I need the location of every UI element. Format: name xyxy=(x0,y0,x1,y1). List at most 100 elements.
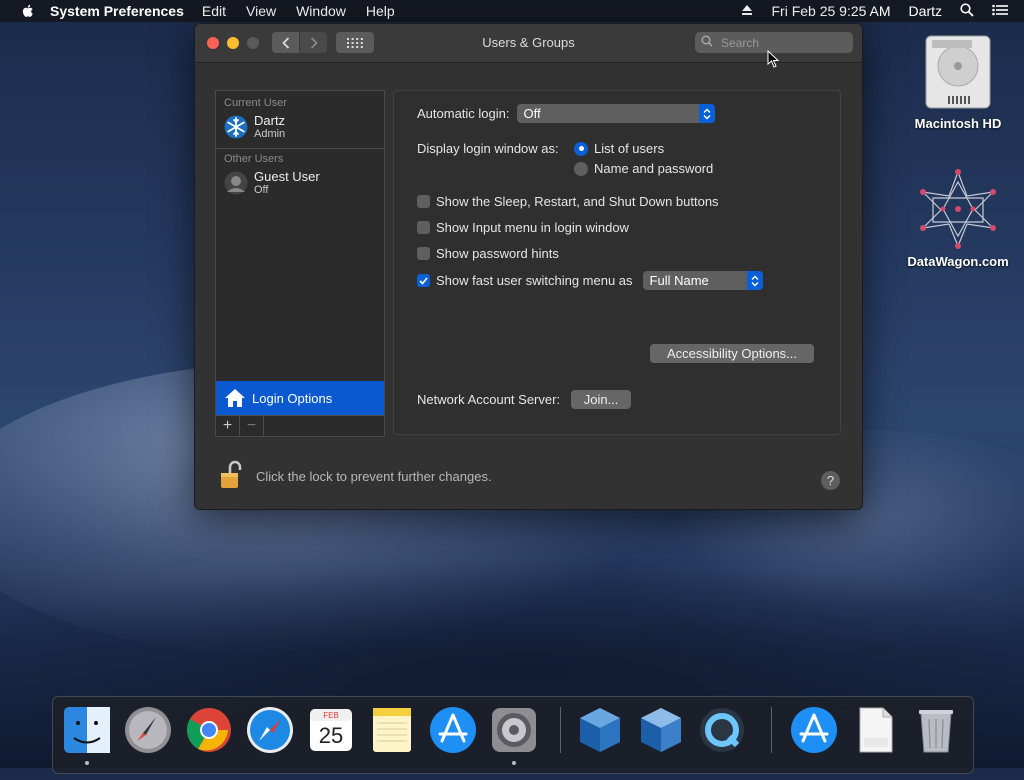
app-store-icon[interactable] xyxy=(428,705,478,755)
apple-menu-icon[interactable] xyxy=(20,3,36,19)
lock-message: Click the lock to prevent further change… xyxy=(256,469,492,484)
remove-user-button[interactable]: − xyxy=(240,416,264,436)
network-server-label: Network Account Server: xyxy=(417,392,561,407)
lock-row: Click the lock to prevent further change… xyxy=(219,460,492,493)
search-icon xyxy=(701,34,713,52)
desktop-icon-datawagon[interactable]: DataWagon.com xyxy=(898,168,1018,269)
user-role: Admin xyxy=(254,128,286,140)
login-options-label: Login Options xyxy=(252,390,333,406)
zoom-button[interactable] xyxy=(247,37,259,49)
notification-center-icon[interactable] xyxy=(992,3,1008,19)
user-name: Dartz xyxy=(254,113,286,128)
radio-indicator xyxy=(574,141,588,156)
sidebar-footer: + − xyxy=(216,415,384,436)
automatic-login-label: Automatic login: xyxy=(417,106,510,121)
menu-bar: System Preferences Edit View Window Help… xyxy=(0,0,1024,22)
grid-icon xyxy=(347,37,363,48)
notes-icon[interactable] xyxy=(367,705,417,755)
virtualbox-icon[interactable] xyxy=(575,705,625,755)
dock: FEB 25 xyxy=(52,696,974,774)
login-options-panel: Automatic login: Off Display login windo… xyxy=(393,90,841,435)
chevron-right-icon xyxy=(310,36,318,49)
calendar-icon[interactable]: FEB 25 xyxy=(306,705,356,755)
user-status: Off xyxy=(254,184,269,196)
calendar-month: FEB xyxy=(323,711,339,720)
checkmark-icon xyxy=(417,274,430,287)
html-document-icon[interactable] xyxy=(850,705,900,755)
radio-name-and-password[interactable]: Name and password xyxy=(574,161,713,176)
chrome-icon[interactable] xyxy=(184,705,234,755)
checkbox-password-hints[interactable]: Show password hints xyxy=(417,246,559,261)
trash-icon[interactable] xyxy=(911,705,961,755)
show-all-button[interactable] xyxy=(336,32,374,53)
other-users-header: Other Users xyxy=(224,153,284,165)
system-preferences-icon[interactable] xyxy=(489,705,539,765)
chevron-left-icon xyxy=(281,36,289,49)
user-name: Guest User xyxy=(254,169,320,184)
fast-user-popup[interactable]: Full Name xyxy=(642,271,763,290)
quicktime-icon[interactable] xyxy=(697,705,747,755)
add-user-button[interactable]: + xyxy=(216,416,240,436)
checkbox-fast-user-switching[interactable]: Show fast user switching menu as xyxy=(417,273,633,288)
unlocked-padlock-icon[interactable] xyxy=(219,460,243,493)
user-item-dartz[interactable]: Dartz Admin xyxy=(216,109,384,145)
checkbox-label: Show Input menu in login window xyxy=(436,220,629,235)
launchpad-icon[interactable] xyxy=(123,705,173,755)
display-login-label: Display login window as: xyxy=(417,141,559,156)
finder-icon[interactable] xyxy=(62,705,112,765)
chevron-updown-icon xyxy=(746,271,763,290)
checkbox-sleep-restart[interactable]: Show the Sleep, Restart, and Shut Down b… xyxy=(417,194,719,209)
spotlight-search-icon[interactable] xyxy=(960,2,974,20)
virtualbox-vm-icon[interactable] xyxy=(636,705,686,755)
checkbox-label: Show the Sleep, Restart, and Shut Down b… xyxy=(436,194,719,209)
close-button[interactable] xyxy=(207,37,219,49)
minimize-button[interactable] xyxy=(227,37,239,49)
forward-button[interactable] xyxy=(300,32,327,53)
accessibility-options-button[interactable]: Accessibility Options... xyxy=(650,344,814,363)
checkbox-label: Show fast user switching menu as xyxy=(436,273,633,288)
fast-user-value: Full Name xyxy=(649,273,709,288)
eject-icon[interactable] xyxy=(741,3,753,19)
app-store-download-icon[interactable] xyxy=(789,705,839,755)
login-options-item[interactable]: Login Options xyxy=(216,381,384,415)
users-groups-window: Users & Groups Current User Dartz Admin xyxy=(194,23,863,510)
menu-help[interactable]: Help xyxy=(366,3,395,19)
menu-window[interactable]: Window xyxy=(296,3,346,19)
user-item-guest[interactable]: Guest User Off xyxy=(216,165,384,201)
menu-view[interactable]: View xyxy=(246,3,276,19)
title-bar: Users & Groups xyxy=(195,24,862,63)
menu-app-name[interactable]: System Preferences xyxy=(50,3,184,19)
guest-avatar-icon xyxy=(224,171,248,195)
radio-label: Name and password xyxy=(594,161,714,176)
help-button[interactable]: ? xyxy=(821,471,840,490)
menu-edit[interactable]: Edit xyxy=(202,3,226,19)
menubar-clock[interactable]: Fri Feb 25 9:25 AM xyxy=(771,3,890,19)
star-network-icon xyxy=(920,169,996,249)
checkbox-box xyxy=(417,195,430,208)
safari-icon[interactable] xyxy=(245,705,295,755)
checkbox-input-menu[interactable]: Show Input menu in login window xyxy=(417,220,629,235)
search-input[interactable] xyxy=(719,34,853,51)
back-button[interactable] xyxy=(272,32,300,53)
hard-drive-icon xyxy=(925,35,991,109)
radio-list-of-users[interactable]: List of users xyxy=(574,141,664,156)
radio-label: List of users xyxy=(594,141,665,156)
house-icon xyxy=(225,389,245,407)
mouse-cursor-icon xyxy=(767,50,779,68)
current-user-header: Current User xyxy=(224,97,287,109)
snowflake-avatar-icon xyxy=(224,115,248,139)
menubar-user[interactable]: Dartz xyxy=(909,3,942,19)
desktop-icon-macintosh-hd[interactable]: Macintosh HD xyxy=(898,32,1018,131)
desktop-icon-label: Macintosh HD xyxy=(914,116,1002,131)
checkbox-label: Show password hints xyxy=(436,246,559,261)
calendar-day: 25 xyxy=(318,723,344,748)
desktop-icon-label: DataWagon.com xyxy=(907,254,1009,269)
automatic-login-popup[interactable]: Off xyxy=(516,104,715,123)
chevron-updown-icon xyxy=(698,104,715,123)
radio-indicator xyxy=(574,161,588,176)
automatic-login-value: Off xyxy=(523,106,541,121)
join-button[interactable]: Join... xyxy=(571,390,632,409)
users-sidebar: Current User Dartz Admin Other Users Gue… xyxy=(215,90,385,437)
checkbox-box xyxy=(417,247,430,260)
checkbox-box xyxy=(417,221,430,234)
